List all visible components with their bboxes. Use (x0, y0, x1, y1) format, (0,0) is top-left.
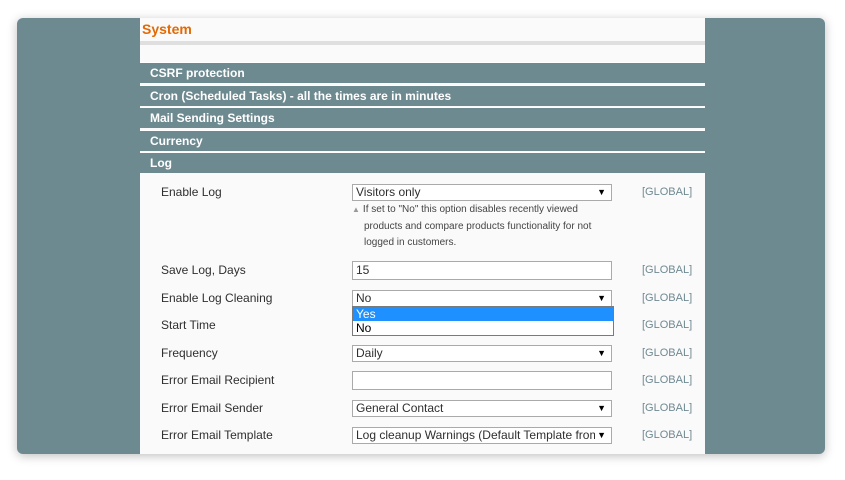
enable-log-cleaning-label: Enable Log Cleaning (161, 291, 273, 305)
section-csrf-protection[interactable]: CSRF protection (140, 62, 705, 83)
dropdown-option-yes[interactable]: Yes (353, 307, 613, 321)
note-marker-icon: ▲ (352, 205, 360, 214)
error-email-sender-value: General Contact (356, 401, 444, 415)
dropdown-option-no[interactable]: No (353, 321, 613, 335)
save-log-days-scope: [GLOBAL] (642, 264, 693, 276)
enable-log-label: Enable Log (161, 185, 222, 199)
save-log-days-input[interactable]: 15 (352, 261, 612, 280)
title-divider (140, 41, 705, 45)
section-mail-sending-settings[interactable]: Mail Sending Settings (140, 107, 705, 129)
error-email-template-scope: [GLOBAL] (642, 429, 693, 441)
enable-log-select[interactable]: Visitors only ▼ (352, 184, 612, 201)
config-panel: System CSRF protection Cron (Scheduled T… (140, 18, 705, 454)
chevron-down-icon: ▼ (597, 403, 606, 413)
error-email-recipient-scope: [GLOBAL] (642, 374, 693, 386)
chevron-down-icon: ▼ (597, 293, 606, 303)
window-frame: System CSRF protection Cron (Scheduled T… (17, 18, 825, 454)
frequency-value: Daily (356, 346, 383, 360)
error-email-template-value: Log cleanup Warnings (Default Template f… (356, 428, 600, 442)
error-email-sender-select[interactable]: General Contact ▼ (352, 400, 612, 417)
frequency-scope: [GLOBAL] (642, 347, 693, 359)
save-log-days-value: 15 (356, 263, 370, 277)
frequency-label: Frequency (161, 346, 218, 360)
start-time-scope: [GLOBAL] (642, 319, 693, 331)
enable-log-note-text: If set to "No" this option disables rece… (362, 204, 592, 248)
enable-log-value: Visitors only (356, 185, 421, 199)
section-cron[interactable]: Cron (Scheduled Tasks) - all the times a… (140, 84, 705, 106)
enable-log-cleaning-select[interactable]: No ▼ (352, 290, 612, 307)
section-currency[interactable]: Currency (140, 129, 705, 151)
enable-log-scope: [GLOBAL] (642, 186, 693, 198)
chevron-down-icon: ▼ (597, 348, 606, 358)
frequency-select[interactable]: Daily ▼ (352, 345, 612, 362)
error-email-template-label: Error Email Template (161, 428, 273, 442)
page-title: System (142, 21, 192, 37)
start-time-label: Start Time (161, 318, 216, 332)
enable-log-cleaning-scope: [GLOBAL] (642, 292, 693, 304)
section-log[interactable]: Log (140, 152, 705, 174)
section-list: CSRF protection Cron (Scheduled Tasks) -… (140, 62, 705, 175)
error-email-recipient-label: Error Email Recipient (161, 373, 275, 387)
enable-log-cleaning-value: No (356, 291, 372, 305)
error-email-recipient-input[interactable] (352, 371, 612, 390)
enable-log-note: ▲ If set to "No" this option disables rec… (352, 202, 612, 252)
save-log-days-label: Save Log, Days (161, 263, 246, 277)
error-email-sender-label: Error Email Sender (161, 401, 264, 415)
chevron-down-icon: ▼ (597, 187, 606, 197)
error-email-template-select[interactable]: Log cleanup Warnings (Default Template f… (352, 427, 612, 444)
error-email-sender-scope: [GLOBAL] (642, 402, 693, 414)
chevron-down-icon: ▼ (595, 428, 606, 443)
enable-log-cleaning-dropdown: Yes No (352, 306, 614, 336)
